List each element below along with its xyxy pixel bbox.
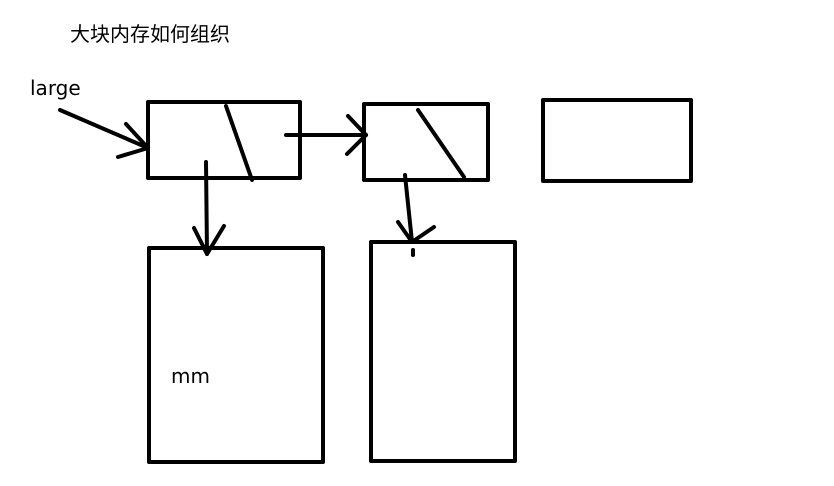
memory-block-2 [369,240,517,463]
list-node-2 [362,102,490,182]
node-2-null-slash [416,108,466,179]
list-node-1 [146,100,302,180]
mm-memory-block [147,246,325,464]
large-head-arrow [58,108,150,159]
node-1-alloc-arrow [192,160,226,256]
node-1-null-slash [224,104,254,182]
diagram-canvas: 大块内存如何组织 large mm [0,0,834,486]
diagram-drawing [58,98,693,464]
list-node-3 [541,98,693,183]
